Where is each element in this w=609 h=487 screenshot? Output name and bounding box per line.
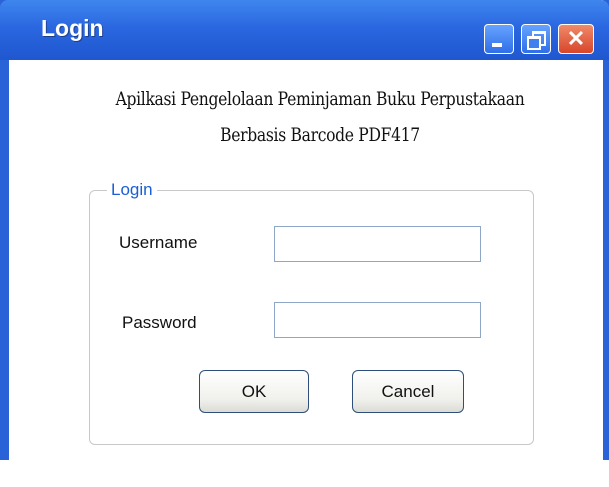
restore-icon-back [527, 36, 541, 50]
username-input[interactable] [274, 226, 481, 262]
password-input[interactable] [274, 302, 481, 338]
minimize-button[interactable] [484, 24, 514, 54]
close-icon: ✕ [566, 26, 586, 51]
window-title: Login [41, 15, 104, 41]
cancel-button[interactable]: Cancel [352, 370, 464, 413]
app-title-line1: Apilkasi Pengelolaan Peminjaman Buku Per… [115, 88, 525, 110]
login-group-legend: Login [107, 180, 157, 200]
username-label: Username [119, 233, 198, 252]
title-bar[interactable]: Login ✕ [0, 0, 609, 60]
app-title-line2: Berbasis Barcode PDF417 [220, 124, 420, 146]
close-button[interactable]: ✕ [558, 24, 594, 54]
minimize-icon [492, 43, 502, 47]
ok-button[interactable]: OK [199, 370, 309, 413]
password-label: Password [122, 313, 197, 332]
restore-button[interactable] [521, 24, 551, 54]
